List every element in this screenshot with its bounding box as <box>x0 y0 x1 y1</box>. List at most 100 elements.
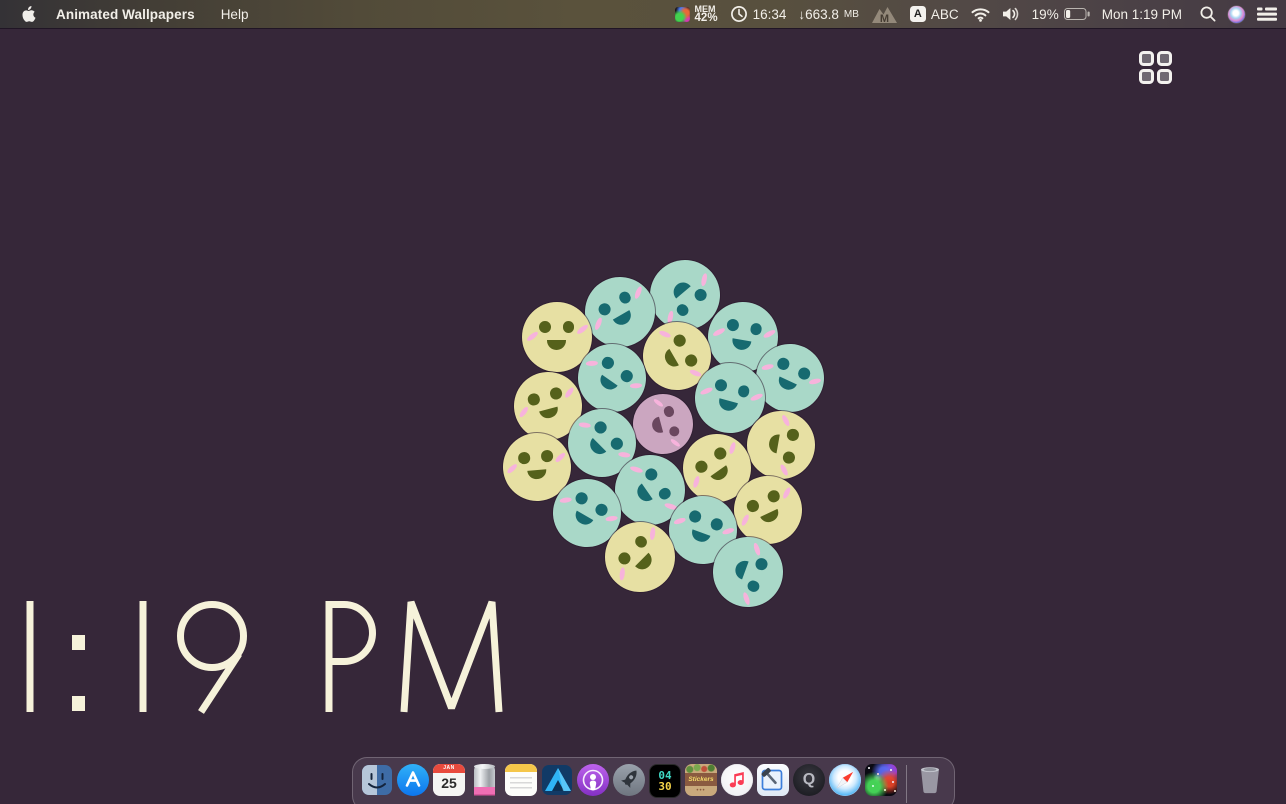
face-eye-left <box>786 428 799 441</box>
face-blush-right <box>779 464 789 477</box>
dock: JAN 25 <box>352 757 955 804</box>
quicktime-letter: Q <box>803 771 815 789</box>
face-blush-left <box>701 273 708 286</box>
face-eye-right <box>749 322 763 336</box>
dock-item-podcasts[interactable] <box>577 764 609 804</box>
face-eye-right <box>594 502 610 518</box>
face-blush-left <box>762 363 775 370</box>
face-blush-right <box>633 286 642 300</box>
face-blush-left <box>593 317 602 331</box>
calendar-day: 25 <box>433 773 465 794</box>
face-blush-right <box>809 378 822 385</box>
face-mouth <box>761 509 782 525</box>
face-eye-right <box>609 436 625 452</box>
face-mouth <box>767 433 780 453</box>
face-eye-left <box>688 509 703 524</box>
wallpaper-clock: 1:19 PM <box>0 592 530 718</box>
face-eye-left <box>600 355 616 371</box>
watch-line2: 30 <box>658 781 671 792</box>
dock-item-watch[interactable]: 04 30 <box>649 764 681 804</box>
dock-item-notes[interactable] <box>505 764 537 804</box>
dock-item-calendar[interactable]: JAN 25 <box>433 764 465 804</box>
face-eye-right <box>710 517 725 532</box>
face-eye-right <box>617 289 633 305</box>
face-eye-right <box>619 368 635 384</box>
face-eye-right <box>674 302 691 319</box>
face-blush-right <box>618 452 631 458</box>
face-blush-left <box>506 462 518 474</box>
face-eye-right <box>668 425 680 437</box>
face-eye-right <box>712 445 728 461</box>
face-mouth <box>650 416 662 434</box>
face-eye-left <box>592 419 608 435</box>
face-eye-left <box>596 301 612 317</box>
face-blush-left <box>630 465 643 473</box>
watch-face-icon: 04 30 <box>649 764 681 798</box>
dock-item-design-app[interactable] <box>541 764 573 804</box>
face-blush-right <box>782 486 792 499</box>
face-mouth <box>547 340 566 350</box>
face-eye-left <box>745 498 760 513</box>
finder-icon <box>361 764 393 796</box>
dock-item-stickers[interactable]: Stickers ••• <box>685 764 717 804</box>
face-blush-left <box>525 330 538 342</box>
face-blush-left <box>674 517 687 525</box>
face-eye-right <box>766 489 781 504</box>
notes-icon <box>505 764 537 796</box>
face-blush-right <box>576 323 589 335</box>
battery-cylinder-icon <box>469 764 501 796</box>
face-blush-right <box>606 515 619 521</box>
stickers-label: Stickers <box>685 773 717 786</box>
face-blush-left <box>560 497 573 503</box>
face-blush-left <box>699 386 713 395</box>
face-eye-left <box>643 466 660 483</box>
face-eye-right <box>746 579 761 594</box>
dock-item-quicktime[interactable]: Q <box>793 764 825 804</box>
face-eye-left <box>694 459 710 475</box>
stickers-icon: Stickers ••• <box>685 764 717 796</box>
face-mouth <box>776 376 797 392</box>
face-eye-left <box>518 452 531 465</box>
calendar-month: JAN <box>433 764 465 773</box>
dock-item-app-store[interactable] <box>397 764 429 804</box>
blue-triangle-design-icon <box>541 764 573 796</box>
dock-item-safari[interactable] <box>829 764 861 804</box>
face-blush-left <box>518 405 529 418</box>
face-eye-left <box>574 491 590 507</box>
face-eye-right <box>683 353 699 369</box>
face-blush-right <box>750 392 764 401</box>
rocket-icon <box>613 764 645 796</box>
dock-item-xcode[interactable] <box>757 764 789 804</box>
face-blush-left <box>753 542 762 555</box>
desktop: Animated Wallpapers Help MEM 42% 16:34 ↓… <box>0 0 1286 804</box>
face-mouth <box>528 469 547 480</box>
face-blush-right <box>555 451 567 463</box>
dock-item-battery-app[interactable] <box>469 764 501 804</box>
face-mouth <box>573 511 594 528</box>
face-blush-right <box>564 386 575 399</box>
face-eye-left <box>776 356 791 371</box>
face-mouth <box>711 465 731 483</box>
face-mouth <box>717 398 738 412</box>
dock-item-music[interactable] <box>721 764 753 804</box>
wallpaper-clock-glyphs <box>0 592 530 718</box>
face-mouth <box>731 338 751 351</box>
face-eye-left <box>662 405 674 417</box>
face-eye-right <box>549 386 563 400</box>
dock-item-finder[interactable] <box>361 764 393 804</box>
fireworks-app-icon <box>865 764 897 796</box>
face-mouth <box>587 438 607 458</box>
veggies-art <box>685 764 717 773</box>
dock-item-trash[interactable] <box>916 764 946 804</box>
face-eye-right <box>782 451 795 464</box>
face-eye-right <box>633 533 650 550</box>
face-blush-left <box>692 475 700 488</box>
face-blush-left <box>740 513 750 526</box>
dock-item-rocket[interactable] <box>613 764 645 804</box>
face-eye-right <box>541 450 554 463</box>
face-blush-right <box>722 527 735 535</box>
face-blush-right <box>670 438 681 448</box>
face-blush-right <box>630 383 642 388</box>
dock-item-animated-wallpapers[interactable] <box>865 764 897 804</box>
face-blush-left <box>781 415 791 428</box>
